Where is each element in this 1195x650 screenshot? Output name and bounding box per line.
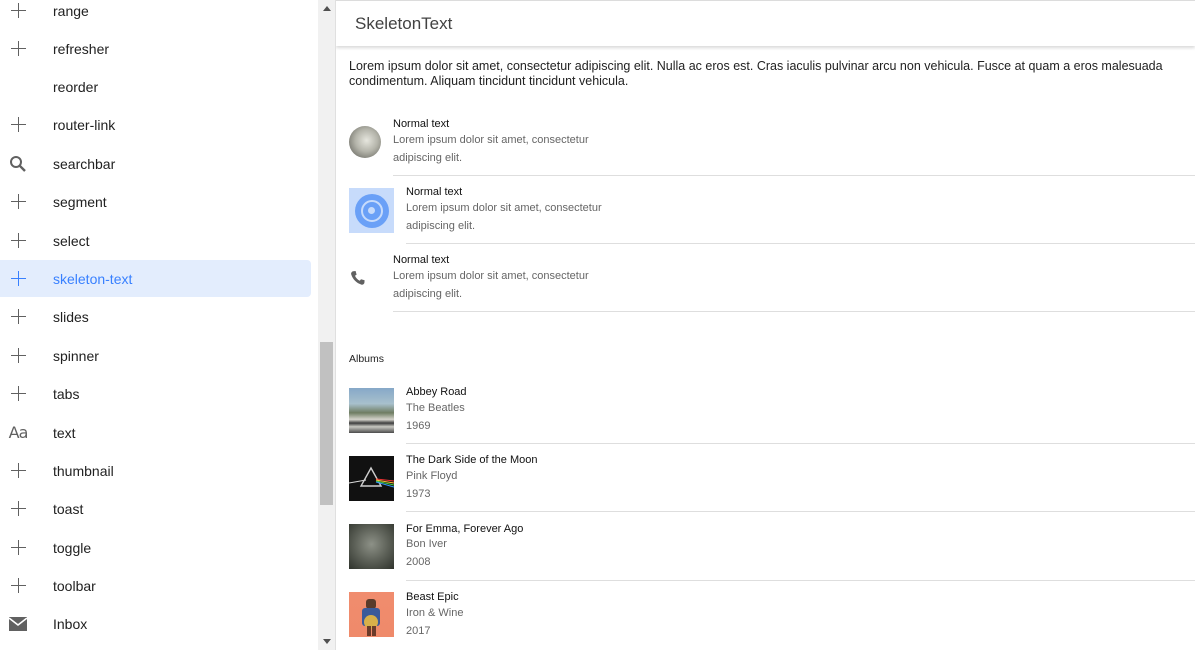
sidebar-item-label: reorder — [53, 78, 99, 95]
plus-icon — [7, 230, 29, 252]
plus-icon — [7, 383, 29, 405]
sidebar-item-thumbnail[interactable]: thumbnail — [0, 452, 311, 489]
sidebar-item-refresher[interactable]: refresher — [0, 30, 311, 67]
album-item[interactable]: The Dark Side of the Moon Pink Floyd 197… — [336, 444, 1195, 512]
plus-icon — [7, 38, 29, 60]
sidebar-item-skeleton-text[interactable]: skeleton-text — [0, 260, 311, 297]
sidebar-item-label: Inbox — [53, 615, 88, 632]
plus-icon — [7, 498, 29, 520]
item-title: Normal text — [393, 118, 450, 130]
plus-icon — [7, 460, 29, 482]
sidebar-item-label: range — [53, 2, 89, 19]
sidebar-item-label: skeleton-text — [53, 270, 133, 287]
album-cover-image — [349, 388, 394, 433]
sidebar-item-label: tabs — [53, 385, 80, 402]
sidebar-item-toast[interactable]: toast — [0, 490, 311, 527]
thumbnail-image — [349, 188, 394, 233]
sidebar-item-label: select — [53, 232, 90, 249]
list-item[interactable]: Normal text Lorem ipsum dolor sit amet, … — [336, 176, 1195, 244]
sidebar-item-router-link[interactable]: router-link — [0, 106, 311, 143]
scroll-down-arrow-icon[interactable] — [318, 633, 335, 650]
page-title: SkeletonText — [355, 14, 453, 33]
album-year: 1969 — [406, 420, 431, 432]
sidebar-item-reorder[interactable]: reorder — [0, 68, 311, 105]
phone-icon — [351, 271, 365, 285]
album-item[interactable]: Abbey Road The Beatles 1969 — [336, 376, 1195, 444]
toolbar: SkeletonText — [336, 0, 1195, 46]
album-title: Abbey Road — [406, 386, 467, 398]
sidebar-item-slides[interactable]: slides — [0, 298, 311, 335]
intro-paragraph: Lorem ipsum dolor sit amet, consectetur … — [349, 59, 1163, 88]
album-year: 1973 — [406, 488, 431, 500]
scrollbar-thumb[interactable] — [320, 342, 333, 505]
item-text: Lorem ipsum dolor sit amet, consectetur — [406, 202, 602, 214]
album-cover-image — [349, 524, 394, 569]
sidebar-item-toggle[interactable]: toggle — [0, 529, 311, 566]
item-title: Normal text — [406, 186, 463, 198]
album-artist: Pink Floyd — [406, 470, 458, 482]
sidebar-scrollbar[interactable] — [318, 0, 335, 650]
album-artist: Bon Iver — [406, 538, 447, 550]
item-text: Lorem ipsum dolor sit amet, consectetur — [393, 270, 589, 282]
album-year: 2017 — [406, 625, 431, 637]
album-cover-image — [349, 592, 394, 637]
sidebar-item-tabs[interactable]: tabs — [0, 375, 311, 412]
item-text: adipiscing elit. — [393, 152, 463, 164]
sidebar-item-label: slides — [53, 308, 89, 325]
album-item[interactable]: Beast Epic Iron & Wine 2017 — [336, 581, 1195, 650]
album-artist: The Beatles — [406, 402, 465, 414]
sidebar-item-label: toast — [53, 500, 84, 517]
album-cover-image — [348, 456, 395, 501]
sidebar-item-label: refresher — [53, 40, 110, 57]
sidebar-item-spinner[interactable]: spinner — [0, 337, 311, 374]
item-title: Normal text — [393, 254, 450, 266]
plus-icon — [7, 114, 29, 136]
sidebar-item-toolbar[interactable]: toolbar — [0, 567, 311, 604]
text-aa-icon: Aa — [8, 423, 29, 442]
sidebar-item-label: toggle — [53, 539, 92, 556]
albums-list-header: Albums — [349, 353, 385, 365]
item-text: Lorem ipsum dolor sit amet, consectetur — [393, 134, 589, 146]
album-artist: Iron & Wine — [406, 607, 464, 619]
sidebar-item-label: searchbar — [53, 155, 116, 172]
sidebar-item-label: thumbnail — [53, 462, 114, 479]
sidebar-item-label: spinner — [53, 347, 99, 364]
scroll-up-arrow-icon[interactable] — [318, 0, 335, 17]
plus-icon — [7, 191, 29, 213]
plus-icon — [7, 575, 29, 597]
album-year: 2008 — [406, 556, 431, 568]
sidebar-menu: range refresher reorder router-link sear… — [0, 0, 318, 650]
album-title: For Emma, Forever Ago — [406, 523, 524, 535]
mail-icon — [7, 613, 29, 635]
sidebar-item-label: segment — [53, 193, 107, 210]
main-content: SkeletonText Lorem ipsum dolor sit amet,… — [336, 0, 1195, 650]
album-item[interactable]: For Emma, Forever Ago Bon Iver 2008 — [336, 512, 1195, 581]
sidebar-item-segment[interactable]: segment — [0, 183, 311, 220]
sidebar-item-range[interactable]: range — [0, 0, 311, 29]
plus-icon — [7, 306, 29, 328]
plus-icon — [7, 537, 29, 559]
plus-icon — [7, 268, 29, 290]
item-text: adipiscing elit. — [406, 220, 476, 232]
list-item[interactable]: Normal text Lorem ipsum dolor sit amet, … — [336, 244, 1195, 312]
album-title: The Dark Side of the Moon — [406, 454, 538, 466]
search-icon — [7, 153, 29, 175]
item-text: adipiscing elit. — [393, 288, 463, 300]
plus-icon — [7, 0, 29, 22]
avatar — [349, 126, 381, 158]
sidebar-item-label: router-link — [53, 116, 116, 133]
item-divider — [393, 311, 1195, 312]
plus-icon — [7, 345, 29, 367]
list-item[interactable]: Normal text Lorem ipsum dolor sit amet, … — [336, 112, 1195, 176]
sidebar-item-inbox[interactable]: Inbox — [0, 605, 311, 642]
sidebar-item-text[interactable]: Aa text — [0, 414, 311, 451]
sidebar-item-select[interactable]: select — [0, 222, 311, 259]
album-title: Beast Epic — [406, 591, 459, 603]
sidebar-item-searchbar[interactable]: searchbar — [0, 145, 311, 182]
sidebar-item-label: toolbar — [53, 577, 96, 594]
sidebar-item-label: text — [53, 424, 76, 441]
